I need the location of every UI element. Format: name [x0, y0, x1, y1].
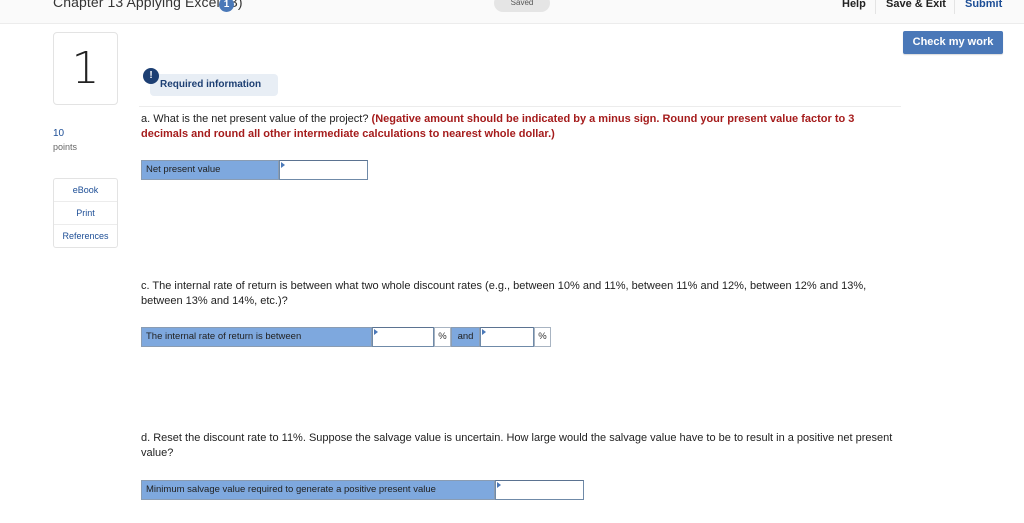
irr-low-input-cell[interactable] [372, 327, 434, 348]
question-c-text: c. The internal rate of return is betwee… [141, 280, 867, 307]
irr-low-percent-unit: % [434, 327, 451, 347]
top-bar: Chapter 13 Applying Excel (B) 1 Saved He… [0, 0, 1024, 24]
question-a-prompt: a. What is the net present value of the … [141, 113, 372, 125]
assignment-title: Chapter 13 Applying Excel (B) [53, 0, 243, 10]
irr-low-input[interactable] [373, 329, 433, 348]
ebook-link[interactable]: eBook [54, 179, 117, 202]
irr-label: The internal rate of return is between [141, 327, 372, 347]
salvage-input-cell[interactable] [495, 480, 584, 501]
irr-high-percent-unit: % [534, 327, 551, 347]
info-badge[interactable]: 1 [219, 0, 234, 12]
and-label: and [451, 327, 480, 347]
help-link[interactable]: Help [842, 0, 866, 10]
check-my-work-button[interactable]: Check my work [903, 31, 1003, 54]
nav-divider [954, 0, 955, 14]
divider [139, 106, 901, 107]
question-d-text: d. Reset the discount rate to 11%. Suppo… [141, 432, 893, 459]
salvage-row: Minimum salvage value required to genera… [141, 480, 584, 501]
saved-status: Saved [494, 0, 550, 12]
submit-link[interactable]: Submit [965, 0, 1002, 10]
salvage-input[interactable] [496, 482, 583, 501]
irr-high-input-cell[interactable] [480, 327, 534, 348]
npv-input[interactable] [280, 162, 367, 181]
alert-icon: ! [143, 68, 159, 84]
salvage-label: Minimum salvage value required to genera… [141, 480, 495, 500]
required-information-label: Required information [160, 79, 262, 90]
npv-label: Net present value [141, 160, 279, 180]
resource-links: eBook Print References [53, 178, 118, 248]
npv-row: Net present value [141, 160, 368, 181]
question-a-text: a. What is the net present value of the … [141, 112, 901, 142]
irr-row: The internal rate of return is between %… [141, 327, 551, 348]
print-link[interactable]: Print [54, 202, 117, 225]
nav-divider [875, 0, 876, 14]
save-exit-link[interactable]: Save & Exit [886, 0, 946, 10]
question-number: 1 [53, 32, 118, 105]
npv-input-cell[interactable] [279, 160, 368, 181]
required-information-banner[interactable]: Required information [150, 74, 278, 96]
irr-high-input[interactable] [481, 329, 533, 348]
points-label: points [53, 142, 78, 152]
points-value: 10 [53, 128, 65, 139]
references-link[interactable]: References [54, 225, 117, 247]
